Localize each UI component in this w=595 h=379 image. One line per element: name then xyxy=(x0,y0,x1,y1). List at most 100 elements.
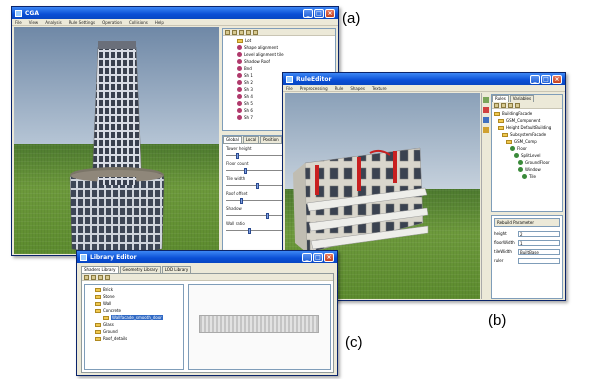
save-icon[interactable] xyxy=(239,29,244,35)
import-icon[interactable] xyxy=(91,274,96,280)
window-c-title: Library Editor xyxy=(90,253,137,261)
maximize-button[interactable]: □ xyxy=(313,252,323,262)
tree-item[interactable]: Level alignment tile xyxy=(237,51,335,58)
tree-item[interactable]: Stone xyxy=(95,293,183,300)
menu-file[interactable]: File xyxy=(286,86,293,91)
tree-item-label: Sh 3 xyxy=(244,87,253,92)
tree-item-label: Shape alignment xyxy=(244,45,279,50)
menu-operation[interactable]: Operation xyxy=(102,20,122,25)
viewport-a[interactable] xyxy=(14,27,219,254)
rule-tree-panel: Rules Variables BuildingFacade GSM_Compo… xyxy=(491,94,563,212)
app-icon xyxy=(286,75,293,83)
tab-variables[interactable]: Variables xyxy=(509,95,535,102)
shape-icon xyxy=(237,115,242,120)
window-b-titlebar[interactable]: RuleEditor _ □ × xyxy=(283,73,565,85)
down-icon[interactable] xyxy=(515,102,520,108)
menu-shapes[interactable]: Shapes xyxy=(350,86,365,91)
tree-item[interactable]: SubsystemFacade xyxy=(494,131,562,138)
rule-icon xyxy=(518,160,523,165)
tree-item[interactable]: Height DefaultBuilding xyxy=(494,124,562,131)
window-c-titlebar[interactable]: Library Editor _ □ × xyxy=(77,251,337,263)
tool-icon[interactable] xyxy=(483,127,489,133)
minimize-button[interactable]: _ xyxy=(302,252,312,262)
field-input[interactable]: 2 xyxy=(518,230,560,237)
field-input[interactable]: 1 xyxy=(518,239,560,246)
tree-item[interactable]: Roof_details xyxy=(95,335,183,342)
tree-item-label: GSM_Component xyxy=(506,118,541,123)
menu-rule-settings[interactable]: Rule Settings xyxy=(69,20,95,25)
library-tree: Brick Stone Wall Concrete Wallfacade_smo… xyxy=(84,284,184,370)
delete-icon[interactable] xyxy=(501,102,506,108)
folder-icon xyxy=(95,301,101,306)
close-button[interactable]: × xyxy=(325,8,335,18)
tree-item[interactable]: GSM_Component xyxy=(494,117,562,124)
tree-item[interactable]: Concrete xyxy=(95,307,183,314)
tab-rules[interactable]: Rules xyxy=(492,95,509,102)
rule-icon xyxy=(514,153,519,158)
tab-lod-library[interactable]: LOD Library xyxy=(161,266,192,273)
tree-item-label: SplitLevel xyxy=(521,153,541,158)
tab-shaders-library[interactable]: Shaders Library xyxy=(81,266,119,273)
tab-global[interactable]: Global xyxy=(223,136,242,143)
window-c: Library Editor _ □ × Shaders Library Geo… xyxy=(76,250,338,376)
app-icon xyxy=(80,253,87,261)
menu-analysis[interactable]: Analysis xyxy=(45,20,61,25)
save-icon[interactable] xyxy=(105,274,110,280)
menu-texture[interactable]: Texture xyxy=(372,86,387,91)
texture-swatch[interactable] xyxy=(199,315,319,333)
tree-item-selected[interactable]: Wallfacade_smooth_door xyxy=(95,314,183,321)
tree-item[interactable]: Tile xyxy=(494,173,562,180)
tree-item[interactable]: Ground xyxy=(95,328,183,335)
settings-icon[interactable] xyxy=(253,29,258,35)
new-icon[interactable] xyxy=(225,29,230,35)
tree-item[interactable]: Window xyxy=(494,166,562,173)
tab-local[interactable]: Local xyxy=(242,136,260,143)
tree-item[interactable]: Lot xyxy=(237,37,335,44)
menu-rule[interactable]: Rule xyxy=(335,86,344,91)
menu-preprocessing[interactable]: Preprocessing xyxy=(300,86,328,91)
tree-item[interactable]: Shape alignment xyxy=(237,44,335,51)
rebuild-parameter-button[interactable]: Rebuild Parameter xyxy=(494,218,560,227)
tree-item[interactable]: Bnd xyxy=(237,65,335,72)
tool-icon[interactable] xyxy=(483,97,489,103)
close-button[interactable]: × xyxy=(324,252,334,262)
tab-geometry-library[interactable]: Geometry Library xyxy=(119,266,161,273)
tree-item[interactable]: Wall xyxy=(95,300,183,307)
tree-item[interactable]: Glass xyxy=(95,321,183,328)
window-a-titlebar[interactable]: CGA _ □ × xyxy=(12,7,338,19)
tree-item-label: BuildingFacade xyxy=(502,111,533,116)
rule-toolbar xyxy=(492,102,562,109)
minimize-button[interactable]: _ xyxy=(530,74,540,84)
up-icon[interactable] xyxy=(508,102,513,108)
menu-collisions[interactable]: Collisions xyxy=(129,20,148,25)
menu-view[interactable]: View xyxy=(29,20,39,25)
field-label: floorWidth xyxy=(494,240,515,245)
tree-item[interactable]: SplitLevel xyxy=(494,152,562,159)
tool-icon[interactable] xyxy=(483,107,489,113)
tree-item-label: SubsystemFacade xyxy=(510,132,547,137)
menu-help[interactable]: Help xyxy=(155,20,164,25)
shape-icon xyxy=(237,87,242,92)
tree-item[interactable]: BuildingFacade xyxy=(494,110,562,117)
field-input[interactable]: BuiltBase xyxy=(518,248,560,255)
tree-item[interactable]: GroundFloor xyxy=(494,159,562,166)
tab-position[interactable]: Position xyxy=(260,136,282,143)
minimize-button[interactable]: _ xyxy=(303,8,313,18)
tree-item-label: Lot xyxy=(245,38,252,43)
tree-item[interactable]: Brick xyxy=(95,286,183,293)
tree-item[interactable]: Floor xyxy=(494,145,562,152)
new-icon[interactable] xyxy=(84,274,89,280)
field-input[interactable] xyxy=(518,257,560,264)
close-button[interactable]: × xyxy=(552,74,562,84)
refresh-icon[interactable] xyxy=(246,29,251,35)
delete-icon[interactable] xyxy=(98,274,103,280)
menu-file[interactable]: File xyxy=(15,20,22,25)
maximize-button[interactable]: □ xyxy=(314,8,324,18)
tree-item[interactable]: GSM_Comp xyxy=(494,138,562,145)
add-icon[interactable] xyxy=(494,102,499,108)
window-a-title: CGA xyxy=(25,9,39,17)
tool-icon[interactable] xyxy=(483,117,489,123)
open-icon[interactable] xyxy=(232,29,237,35)
maximize-button[interactable]: □ xyxy=(541,74,551,84)
tree-item[interactable]: Shadow Roof xyxy=(237,58,335,65)
